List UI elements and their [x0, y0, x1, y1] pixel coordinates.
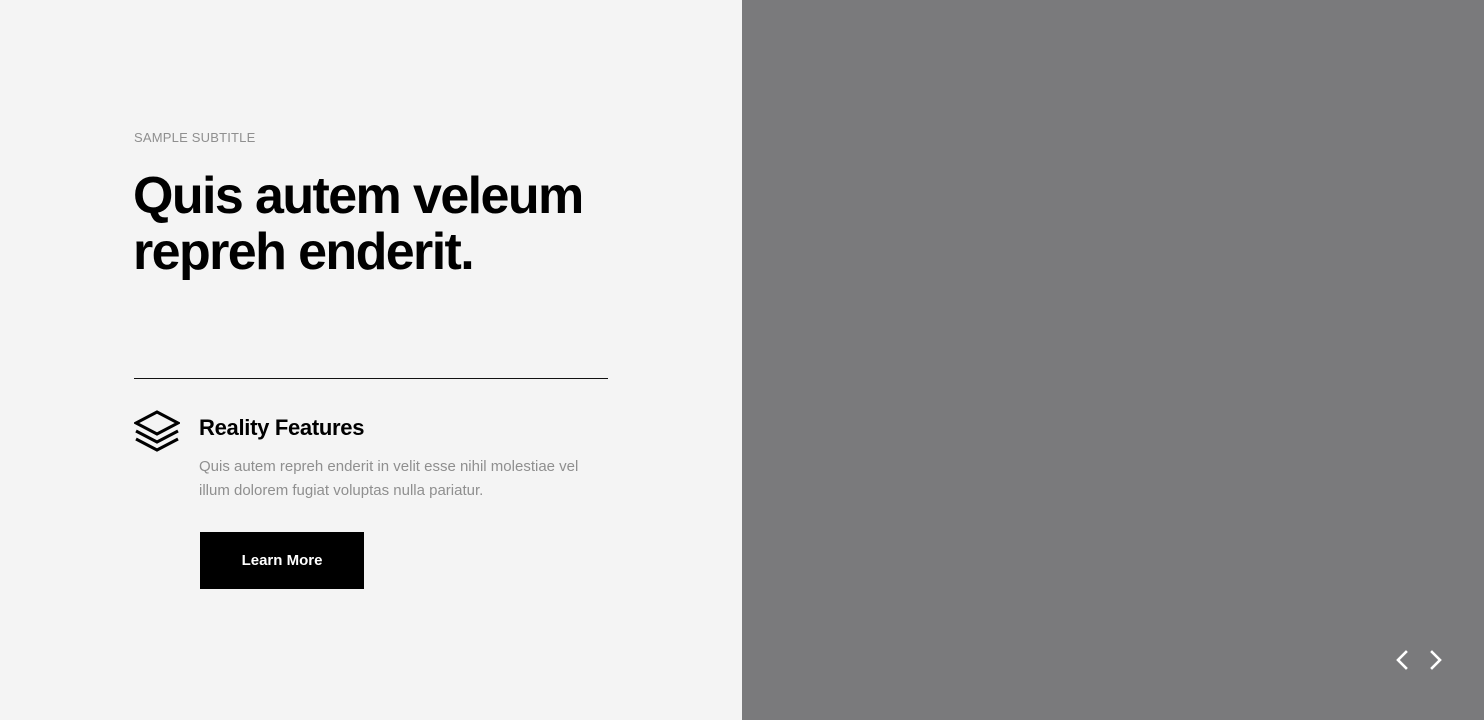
feature-description: Quis autem repreh enderit in velit esse … [199, 458, 579, 499]
slider-prev-button[interactable] [1390, 648, 1414, 672]
chevron-left-icon [1390, 650, 1414, 675]
feature-title: Reality Features [199, 415, 365, 440]
divider [134, 378, 608, 379]
chevron-right-icon [1424, 650, 1448, 675]
image-placeholder [742, 0, 1484, 720]
layers-icon [132, 409, 182, 455]
slider-next-button[interactable] [1424, 648, 1448, 672]
content-panel: SAMPLE SUBTITLE Quis autem veleum repreh… [0, 0, 742, 720]
hero-title: Quis autem veleum repreh enderit. [133, 167, 584, 281]
hero-section: SAMPLE SUBTITLE Quis autem veleum repreh… [0, 0, 1484, 720]
hero-subtitle: SAMPLE SUBTITLE [134, 130, 256, 145]
learn-more-button[interactable]: Learn More [200, 532, 364, 589]
